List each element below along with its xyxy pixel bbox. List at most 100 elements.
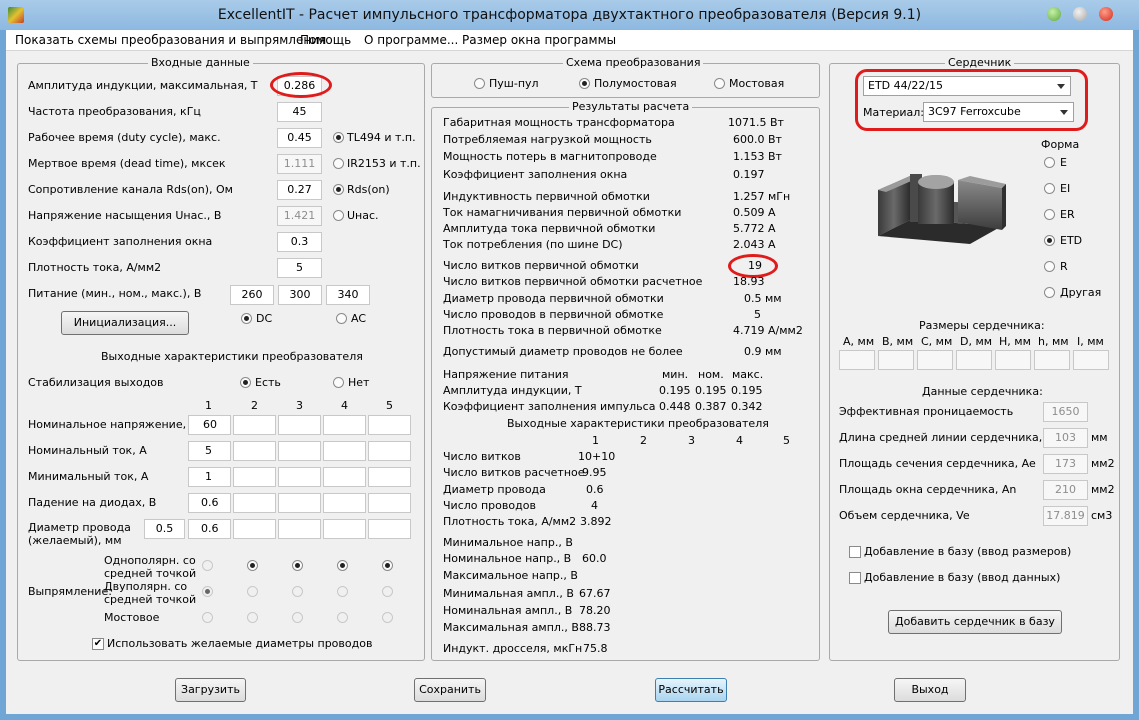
dim-c-input[interactable] [917, 350, 953, 370]
shape-e-radio[interactable] [1044, 157, 1055, 168]
current-density-input[interactable]: 5 [277, 258, 322, 278]
rect-opt3-radio-3[interactable] [292, 612, 303, 623]
wire-diam-left-input[interactable]: 0.5 [144, 519, 185, 539]
rect-opt1-radio-5[interactable] [382, 560, 393, 571]
rect-opt2-radio-2[interactable] [247, 586, 258, 597]
stab-yes-radio[interactable] [240, 377, 251, 388]
out-min-current-input-4[interactable] [323, 467, 366, 487]
out-voltage-input-3[interactable] [278, 415, 321, 435]
ctrl-rds-radio[interactable] [333, 184, 344, 195]
out-diode-drop-input-5[interactable] [368, 493, 411, 513]
add-core-button[interactable]: Добавить сердечник в базу [888, 610, 1062, 634]
scheme-pushpull-radio[interactable] [474, 78, 485, 89]
param-input[interactable]: 210 [1043, 480, 1088, 500]
param-input[interactable]: 1650 [1043, 402, 1088, 422]
dim-h-small-input[interactable] [1034, 350, 1070, 370]
dim-a-input[interactable] [839, 350, 875, 370]
out-min-current-input-1[interactable]: 1 [188, 467, 231, 487]
shape-other-radio[interactable] [1044, 287, 1055, 298]
out-min-current-input-5[interactable] [368, 467, 411, 487]
ac-radio[interactable] [336, 313, 347, 324]
wire-diam-input-2[interactable] [233, 519, 276, 539]
supply-max-input[interactable]: 340 [326, 285, 370, 305]
scheme-halfbridge-radio[interactable] [579, 78, 590, 89]
out-voltage-input-5[interactable] [368, 415, 411, 435]
ctrl-ir2153-radio[interactable] [333, 158, 344, 169]
wire-diam-input-4[interactable] [323, 519, 366, 539]
menu-help[interactable]: Помощь [300, 33, 351, 47]
rect-opt2-radio-1[interactable] [202, 586, 213, 597]
ctrl-tl494-radio[interactable] [333, 132, 344, 143]
minimize-button[interactable] [1047, 7, 1061, 21]
freq-input[interactable]: 45 [277, 102, 322, 122]
out-result-value: 3.892 [580, 515, 612, 528]
duty-input[interactable]: 0.45 [277, 128, 322, 148]
wire-diam-input-5[interactable] [368, 519, 411, 539]
dead-time-label: Мертвое время (dead time), мксек [28, 157, 226, 170]
close-button[interactable] [1099, 7, 1113, 21]
param-input[interactable]: 173 [1043, 454, 1088, 474]
fill-input[interactable]: 0.3 [277, 232, 322, 252]
dim-b-input[interactable] [878, 350, 914, 370]
rect-opt1-radio-2[interactable] [247, 560, 258, 571]
rect-opt1-radio-3[interactable] [292, 560, 303, 571]
menu-window-size[interactable]: Размер окна программы [462, 33, 616, 47]
out-current-input-1[interactable]: 5 [188, 441, 231, 461]
out-col-2: 2 [251, 399, 258, 412]
stab-no-radio[interactable] [333, 377, 344, 388]
out-voltage-input-2[interactable] [233, 415, 276, 435]
out-current-input-4[interactable] [323, 441, 366, 461]
init-button[interactable]: Инициализация... [61, 311, 189, 335]
supply-nom-input[interactable]: 300 [278, 285, 322, 305]
wire-diam-input-3[interactable] [278, 519, 321, 539]
dim-h-input[interactable] [995, 350, 1031, 370]
scheme-bridge-radio[interactable] [714, 78, 725, 89]
out-voltage-input-4[interactable] [323, 415, 366, 435]
out-current-input-2[interactable] [233, 441, 276, 461]
dim-d-label: D, мм [960, 335, 993, 348]
rect-opt1-radio-4[interactable] [337, 560, 348, 571]
save-button[interactable]: Сохранить [414, 678, 486, 702]
out-current-input-3[interactable] [278, 441, 321, 461]
dead-time-input[interactable]: 1.111 [277, 154, 322, 174]
add-dims-checkbox[interactable] [849, 546, 861, 558]
rect-opt1-radio-1[interactable] [202, 560, 213, 571]
out-diode-drop-input-4[interactable] [323, 493, 366, 513]
rds-input[interactable]: 0.27 [277, 180, 322, 200]
ctrl-usat-radio[interactable] [333, 210, 344, 221]
wire-diam-input-1[interactable]: 0.6 [188, 519, 231, 539]
dim-d-input[interactable] [956, 350, 992, 370]
maximize-button[interactable] [1073, 7, 1087, 21]
load-button[interactable]: Загрузить [175, 678, 246, 702]
out-min-current-input-2[interactable] [233, 467, 276, 487]
supply-min-input[interactable]: 260 [230, 285, 274, 305]
rect-opt3-radio-2[interactable] [247, 612, 258, 623]
rect-opt2-radio-4[interactable] [337, 586, 348, 597]
menu-show-schemes[interactable]: Показать схемы преобразования и выпрямле… [15, 33, 326, 47]
rect-opt3-radio-1[interactable] [202, 612, 213, 623]
use-diam-checkbox[interactable]: ✔ [92, 638, 104, 650]
rect-opt3-radio-5[interactable] [382, 612, 393, 623]
param-input[interactable]: 17.819 [1043, 506, 1088, 526]
out-diode-drop-input-2[interactable] [233, 493, 276, 513]
rect-opt2-radio-5[interactable] [382, 586, 393, 597]
usat-input[interactable]: 1.421 [277, 206, 322, 226]
shape-etd-radio[interactable] [1044, 235, 1055, 246]
out-diode-drop-input-3[interactable] [278, 493, 321, 513]
dc-radio[interactable] [241, 313, 252, 324]
out-diode-drop-input-1[interactable]: 0.6 [188, 493, 231, 513]
menu-about[interactable]: О программе... [364, 33, 458, 47]
shape-r-radio[interactable] [1044, 261, 1055, 272]
add-data-checkbox[interactable] [849, 572, 861, 584]
out-current-input-5[interactable] [368, 441, 411, 461]
calculate-button[interactable]: Рассчитать [655, 678, 727, 702]
rect-opt2-radio-3[interactable] [292, 586, 303, 597]
out-voltage-input-1[interactable]: 60 [188, 415, 231, 435]
shape-er-radio[interactable] [1044, 209, 1055, 220]
out-min-current-input-3[interactable] [278, 467, 321, 487]
shape-ei-radio[interactable] [1044, 183, 1055, 194]
dim-i-input[interactable] [1073, 350, 1109, 370]
exit-button[interactable]: Выход [894, 678, 966, 702]
param-input[interactable]: 103 [1043, 428, 1088, 448]
rect-opt3-radio-4[interactable] [337, 612, 348, 623]
